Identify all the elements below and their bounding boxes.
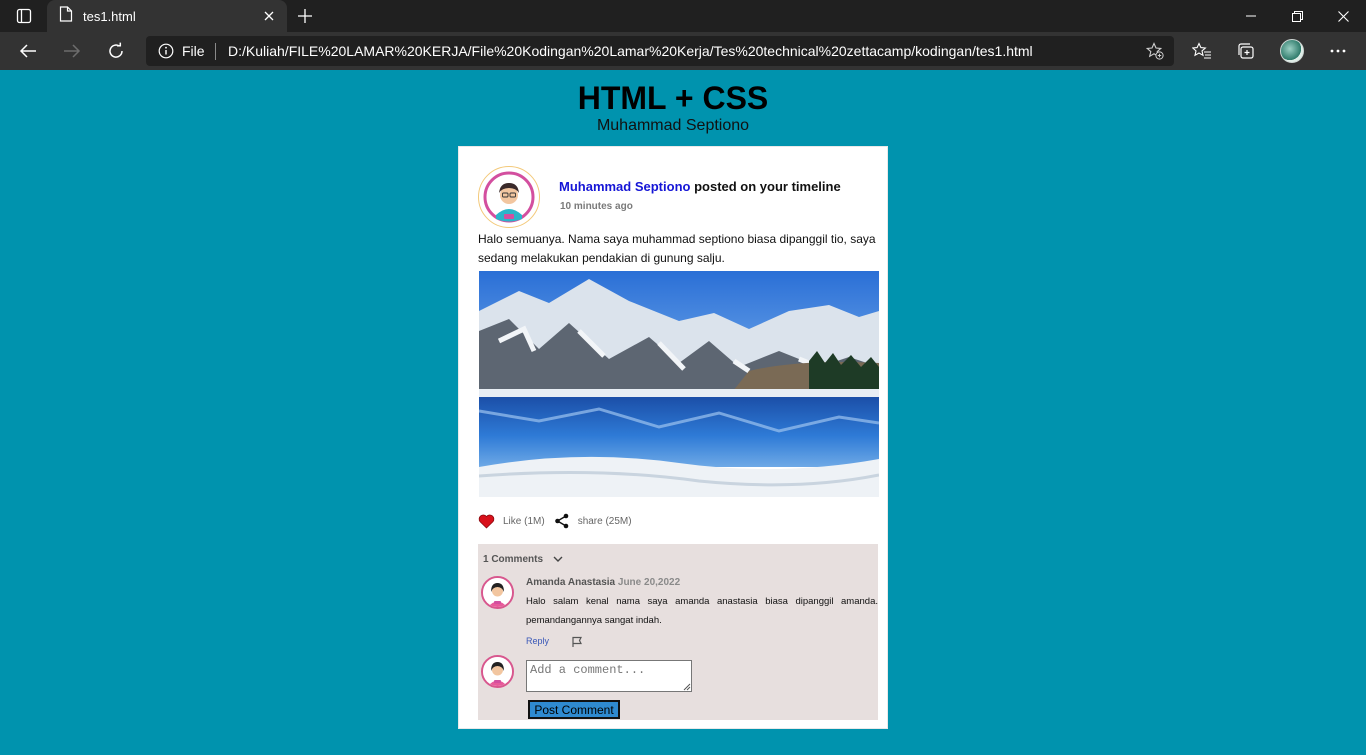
more-icon[interactable] bbox=[1326, 39, 1350, 63]
tab-title: tes1.html bbox=[83, 8, 136, 24]
reply-link[interactable]: Reply bbox=[526, 636, 549, 646]
restore-icon[interactable] bbox=[1274, 0, 1320, 32]
post-timestamp: 10 minutes ago bbox=[560, 201, 633, 212]
address-bar[interactable]: File D:/Kuliah/FILE%20LAMAR%20KERJA/File… bbox=[146, 36, 1174, 66]
scheme-label: File bbox=[182, 43, 205, 59]
share-icon bbox=[554, 513, 568, 529]
close-icon[interactable] bbox=[261, 8, 277, 24]
tab-strip: tes1.html bbox=[0, 0, 1366, 32]
heart-icon bbox=[478, 514, 495, 529]
share-button[interactable]: share (25M) bbox=[554, 513, 632, 529]
browser-tab[interactable]: tes1.html bbox=[47, 0, 287, 32]
post-action-text: posted on your timeline bbox=[694, 179, 841, 194]
page-title: HTML + CSS bbox=[577, 80, 769, 116]
forward-icon[interactable] bbox=[58, 37, 86, 65]
post-image bbox=[479, 271, 879, 497]
back-icon[interactable] bbox=[14, 37, 42, 65]
close-window-icon[interactable] bbox=[1320, 0, 1366, 32]
refresh-icon[interactable] bbox=[102, 37, 130, 65]
comment-date: June 20,2022 bbox=[617, 577, 681, 588]
flag-icon[interactable] bbox=[571, 636, 583, 648]
comment-author[interactable]: Amanda Anastasia bbox=[526, 577, 615, 588]
post-comment-button[interactable]: Post Comment bbox=[528, 700, 620, 719]
share-label: share (25M) bbox=[577, 515, 632, 527]
comments-toggle[interactable]: 1 Comments bbox=[483, 553, 564, 565]
comment-text: Halo salam kenal nama saya amanda anasta… bbox=[526, 596, 878, 626]
post-header: Muhammad Septiono posted on your timelin… bbox=[559, 179, 841, 194]
comments-count: 1 Comments bbox=[483, 553, 544, 565]
post-card-inner: Muhammad Septiono posted on your timelin… bbox=[463, 151, 883, 724]
add-favorite-icon[interactable] bbox=[1146, 42, 1164, 60]
current-user-avatar bbox=[481, 655, 514, 688]
page-icon bbox=[59, 5, 73, 27]
like-button[interactable]: Like (1M) bbox=[478, 514, 545, 529]
plus-icon[interactable] bbox=[293, 4, 317, 28]
comments-section: 1 Comments Amanda Anastasia June 20,2022… bbox=[478, 544, 878, 720]
info-icon[interactable] bbox=[158, 43, 174, 59]
commenter-avatar[interactable] bbox=[481, 576, 514, 609]
like-label: Like (1M) bbox=[503, 515, 545, 527]
author-link[interactable]: Muhammad Septiono bbox=[559, 179, 690, 194]
minimize-icon[interactable] bbox=[1228, 0, 1274, 32]
url-text[interactable]: D:/Kuliah/FILE%20LAMAR%20KERJA/File%20Ko… bbox=[228, 43, 1033, 59]
resize-handle-icon[interactable] bbox=[683, 683, 691, 691]
comment-header: Amanda Anastasia June 20,2022 bbox=[526, 577, 680, 588]
chevron-down-icon bbox=[553, 556, 563, 562]
comment-input[interactable] bbox=[526, 660, 692, 692]
post-body: Halo semuanya. Nama saya muhammad septio… bbox=[478, 232, 876, 265]
page-subtitle: Muhammad Septiono bbox=[596, 117, 750, 134]
profile-avatar[interactable] bbox=[1280, 39, 1304, 63]
omnibox-divider bbox=[215, 43, 216, 60]
favorites-icon[interactable] bbox=[1190, 39, 1214, 63]
author-avatar[interactable] bbox=[478, 166, 540, 228]
collections-icon[interactable] bbox=[1234, 39, 1258, 63]
tab-actions-icon[interactable] bbox=[8, 4, 40, 28]
post-card: Muhammad Septiono posted on your timelin… bbox=[458, 146, 888, 729]
browser-toolbar: File D:/Kuliah/FILE%20LAMAR%20KERJA/File… bbox=[0, 32, 1366, 70]
post-actions: Like (1M) share (25M) bbox=[478, 511, 641, 531]
